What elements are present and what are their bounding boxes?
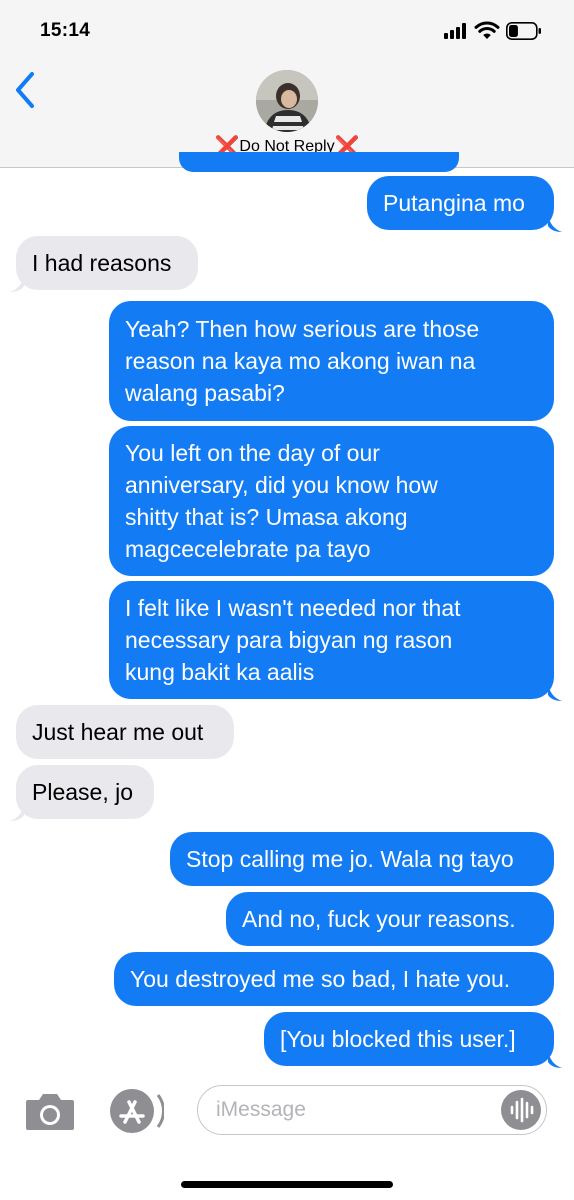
- received-message[interactable]: Just hear me out: [16, 705, 234, 759]
- sent-message[interactable]: Putangina mo: [367, 176, 554, 230]
- wifi-icon: [474, 21, 500, 39]
- camera-icon[interactable]: [24, 1090, 76, 1132]
- received-message[interactable]: Please, jo: [16, 765, 154, 819]
- imessage-input[interactable]: [197, 1085, 547, 1135]
- back-chevron-icon[interactable]: [12, 70, 38, 110]
- app-store-icon[interactable]: [108, 1087, 164, 1135]
- previous-message-fragment: [179, 152, 459, 172]
- sent-message[interactable]: I felt like I wasn't needed nor that nec…: [109, 581, 554, 699]
- audio-waveform-button[interactable]: [501, 1090, 541, 1130]
- contact-photo-icon: [256, 70, 318, 132]
- home-indicator[interactable]: [181, 1181, 393, 1188]
- cellular-signal-icon: [444, 23, 468, 39]
- bubble-tail: [10, 274, 24, 292]
- bubble-tail: [548, 214, 562, 232]
- bubble-tail: [548, 683, 562, 701]
- status-bar: 15:14: [0, 0, 574, 60]
- sent-message[interactable]: You left on the day of our anniversary, …: [109, 426, 554, 576]
- bubble-tail: [548, 1050, 562, 1068]
- bubble-tail: [10, 803, 24, 821]
- sent-message[interactable]: You destroyed me so bad, I hate you.: [114, 952, 554, 1006]
- status-time: 15:14: [40, 20, 91, 41]
- contact-avatar[interactable]: [256, 70, 318, 132]
- battery-icon: [506, 22, 541, 40]
- sent-message[interactable]: Stop calling me jo. Wala ng tayo: [170, 832, 554, 886]
- received-message[interactable]: I had reasons: [16, 236, 198, 290]
- sent-message[interactable]: [You blocked this user.]: [264, 1012, 554, 1066]
- sent-message[interactable]: Yeah? Then how serious are those reason …: [109, 301, 554, 421]
- sent-message[interactable]: And no, fuck your reasons.: [226, 892, 554, 946]
- audio-waveform-icon: [510, 1097, 534, 1123]
